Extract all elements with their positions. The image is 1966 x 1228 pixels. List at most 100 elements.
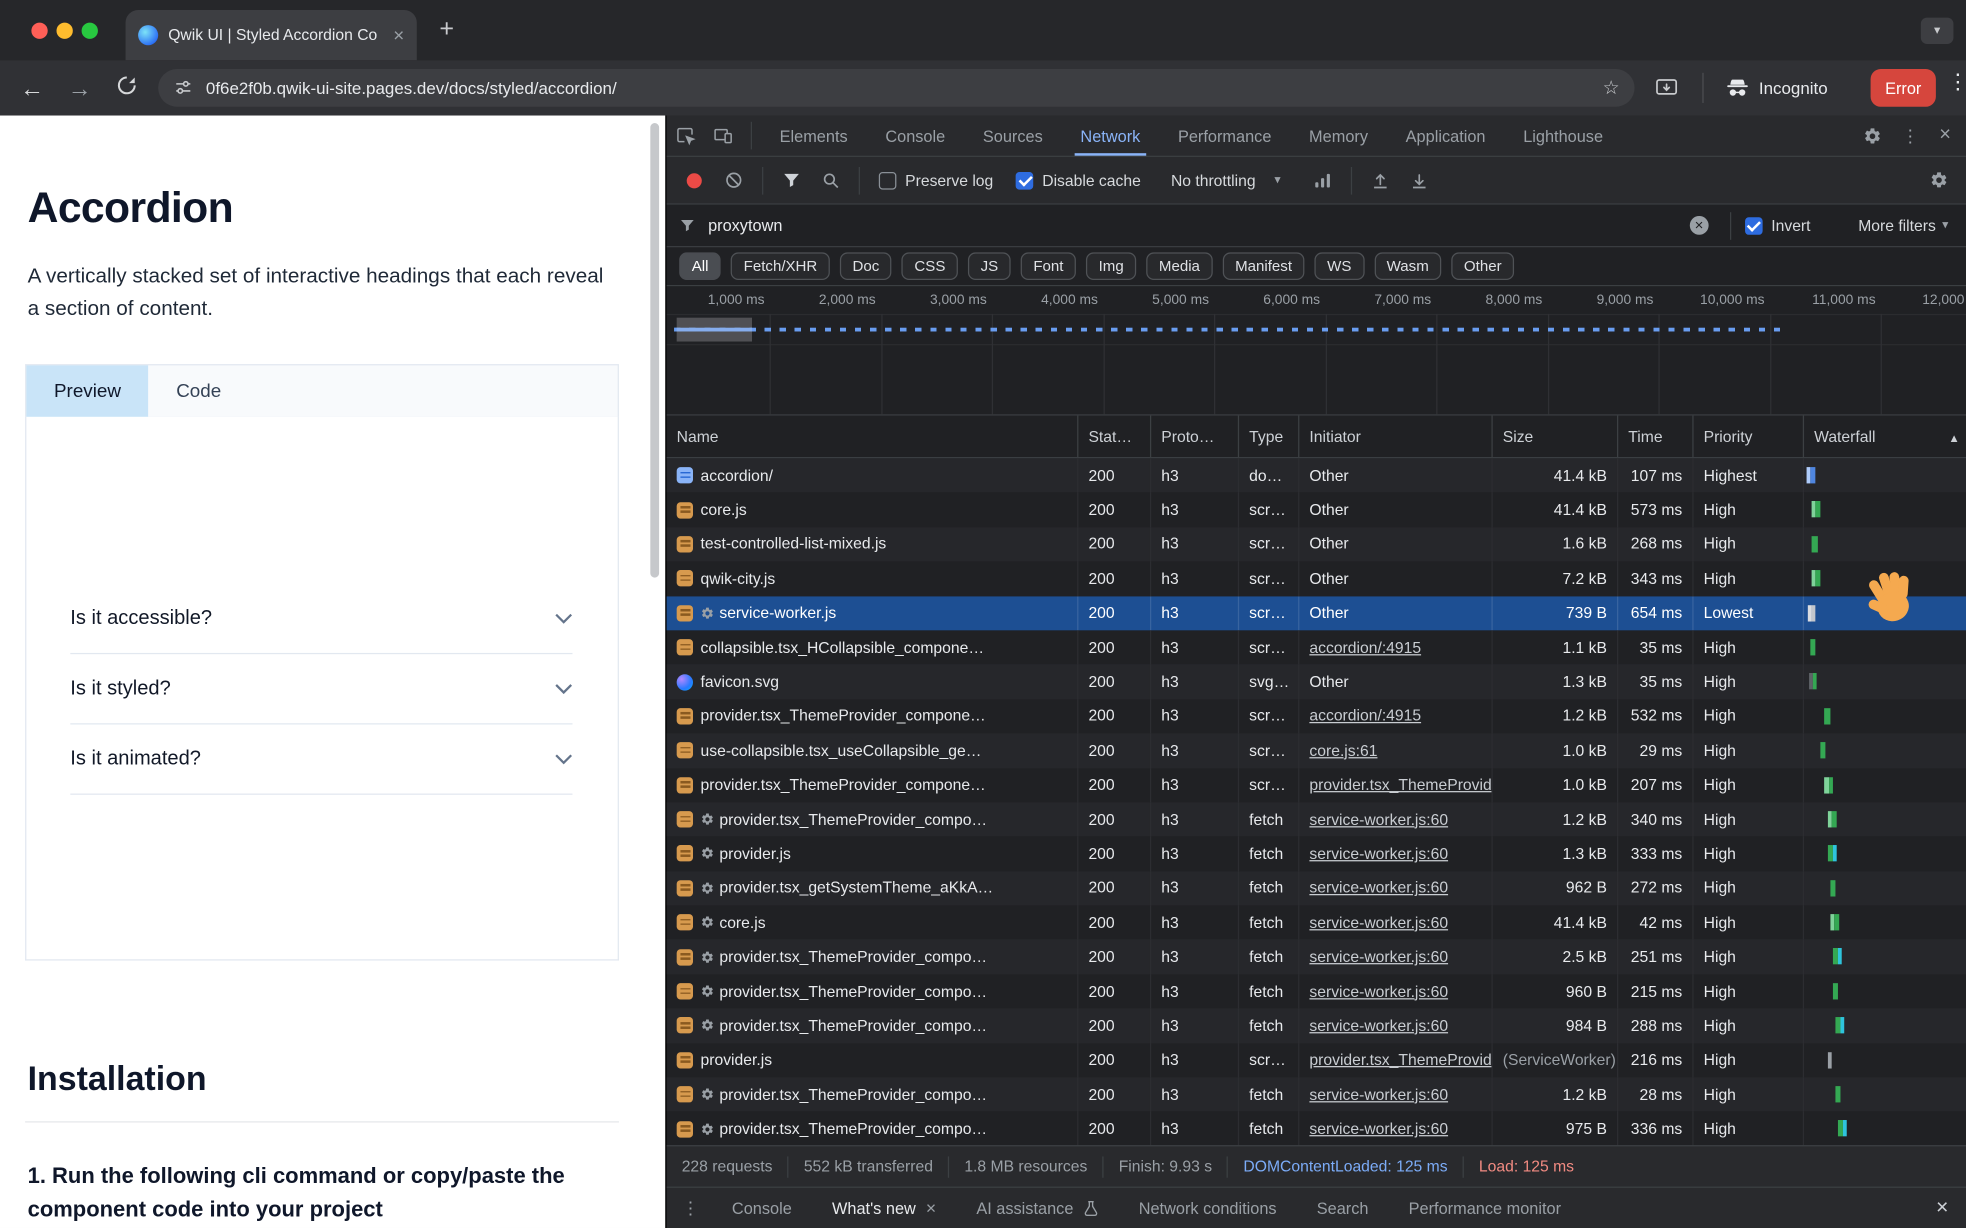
install-app-icon[interactable] [1655,75,1679,110]
device-toolbar-icon[interactable] [704,126,742,146]
network-row[interactable]: collapsible.tsx_HCollapsible_compone…200… [667,630,1966,664]
network-row[interactable]: provider.tsx_ThemeProvider_compone…200h3… [667,768,1966,802]
import-har-icon[interactable] [1371,171,1390,190]
devtools-tab-lighthouse[interactable]: Lighthouse [1504,116,1622,156]
column-header-stat[interactable]: Stat… [1078,416,1151,457]
filter-chip-img[interactable]: Img [1086,252,1136,280]
minimize-window-button[interactable] [56,23,72,39]
filter-chip-media[interactable]: Media [1146,252,1212,280]
browser-menu-icon[interactable]: ⋮ [1947,70,1966,95]
clear-network-log-icon[interactable] [724,171,743,190]
network-row[interactable]: provider.tsx_ThemeProvider_compo…200h3fe… [667,1077,1966,1111]
column-header-proto[interactable]: Proto… [1151,416,1239,457]
drawer-tab-console[interactable]: Console [712,1188,812,1228]
sort-ascending-icon[interactable]: ▲ [1949,432,1960,445]
clear-filter-icon[interactable]: × [1690,216,1709,235]
devtools-tab-network[interactable]: Network [1062,116,1160,156]
throttling-select[interactable]: No throttling [1171,171,1256,189]
network-overview-timeline[interactable]: 1,000 ms2,000 ms3,000 ms4,000 ms5,000 ms… [667,286,1966,415]
devtools-tab-performance[interactable]: Performance [1159,116,1290,156]
initiator-link[interactable]: accordion/:4915 [1309,639,1421,657]
more-filters-button[interactable]: More filters ▾ [1858,217,1948,235]
bookmark-star-icon[interactable]: ☆ [1603,77,1620,100]
network-row[interactable]: provider.tsx_ThemeProvider_compo…200h3fe… [667,940,1966,974]
network-row[interactable]: favicon.svg200h3svg…Other1.3 kB35 msHigh [667,665,1966,699]
disable-cache-checkbox[interactable] [1016,171,1034,189]
initiator-link[interactable]: service-worker.js:60 [1309,1086,1448,1104]
filter-chip-wasm[interactable]: Wasm [1374,252,1441,280]
page-scrollbar[interactable] [650,123,659,578]
error-button[interactable]: Error [1871,69,1936,107]
initiator-link[interactable]: service-worker.js:60 [1309,811,1448,829]
reload-button[interactable] [115,73,138,108]
new-tab-button[interactable]: + [439,15,454,44]
devtools-tab-sources[interactable]: Sources [964,116,1062,156]
timeline-selection[interactable] [677,318,752,342]
network-row[interactable]: test-controlled-list-mixed.js200h3scr…Ot… [667,527,1966,561]
drawer-tab-search[interactable]: Search [1297,1188,1389,1228]
column-header-time[interactable]: Time [1618,416,1693,457]
network-row[interactable]: provider.tsx_ThemeProvider_compo…200h3fe… [667,974,1966,1008]
initiator-link[interactable]: service-worker.js:60 [1309,948,1448,966]
accordion-item[interactable]: Is it accessible? [70,584,572,654]
filter-chip-ws[interactable]: WS [1315,252,1364,280]
network-row[interactable]: provider.tsx_ThemeProvider_compo…200h3fe… [667,802,1966,836]
back-button[interactable]: ← [20,73,44,108]
accordion-item[interactable]: Is it animated? [70,724,572,794]
column-header-initiator[interactable]: Initiator [1299,416,1492,457]
search-icon[interactable] [821,171,840,190]
record-button[interactable] [687,173,702,188]
column-header-name[interactable]: Name [667,416,1079,457]
devtools-tab-elements[interactable]: Elements [761,116,867,156]
network-settings-gear-icon[interactable] [1930,171,1949,190]
invert-checkbox[interactable] [1745,217,1763,235]
site-settings-icon[interactable] [173,78,193,98]
initiator-link[interactable]: accordion/:4915 [1309,707,1421,725]
initiator-link[interactable]: provider.tsx_ThemeProvider [1309,1051,1492,1069]
network-row[interactable]: use-collapsible.tsx_useCollapsible_ge…20… [667,733,1966,767]
filter-chip-fetch-xhr[interactable]: Fetch/XHR [731,252,830,280]
column-header-priority[interactable]: Priority [1694,416,1804,457]
filter-chip-manifest[interactable]: Manifest [1223,252,1305,280]
initiator-link[interactable]: provider.tsx_ThemeProvider [1309,776,1492,794]
drawer-tab-close-icon[interactable]: × [926,1198,936,1218]
filter-chip-other[interactable]: Other [1451,252,1514,280]
devtools-tab-console[interactable]: Console [867,116,965,156]
devtools-more-menu-icon[interactable]: ⋮ [1902,125,1920,146]
drawer-menu-icon[interactable]: ⋮ [682,1197,700,1218]
initiator-link[interactable]: core.js:61 [1309,742,1377,760]
network-row[interactable]: service-worker.js200h3scr…Other739 B654 … [667,596,1966,630]
initiator-link[interactable]: service-worker.js:60 [1309,1120,1448,1138]
column-header-size[interactable]: Size [1493,416,1619,457]
filter-input[interactable]: proxytown [708,216,1690,235]
drawer-tab-performance-monitor[interactable]: Performance monitor [1389,1188,1582,1228]
network-conditions-icon[interactable] [1313,171,1332,190]
devtools-tab-application[interactable]: Application [1387,116,1505,156]
drawer-tab-what-s-new[interactable]: What's new× [812,1188,956,1228]
inspect-element-icon[interactable] [667,126,705,146]
network-row[interactable]: provider.tsx_ThemeProvider_compone…200h3… [667,699,1966,733]
drawer-tab-network-conditions[interactable]: Network conditions [1119,1188,1297,1228]
devtools-settings-gear-icon[interactable] [1863,126,1882,145]
network-row[interactable]: core.js200h3fetchservice-worker.js:6041.… [667,905,1966,939]
close-window-button[interactable] [31,23,47,39]
devtools-tab-memory[interactable]: Memory [1290,116,1387,156]
drawer-tab-ai-assistance[interactable]: AI assistance [956,1188,1118,1228]
column-header-waterfall[interactable]: Waterfall [1804,416,1966,457]
initiator-link[interactable]: service-worker.js:60 [1309,1017,1448,1035]
forward-button[interactable]: → [68,73,92,108]
network-row[interactable]: provider.tsx_ThemeProvider_compo…200h3fe… [667,1009,1966,1043]
url-text[interactable]: 0f6e2f0b.qwik-ui-site.pages.dev/docs/sty… [206,78,1603,97]
export-har-icon[interactable] [1410,171,1429,190]
initiator-link[interactable]: service-worker.js:60 [1309,914,1448,932]
network-row[interactable]: provider.tsx_getSystemTheme_aKkA…200h3fe… [667,871,1966,905]
network-row[interactable]: provider.tsx_ThemeProvider_compo…200h3fe… [667,1112,1966,1146]
filter-chip-font[interactable]: Font [1021,252,1076,280]
filter-chip-doc[interactable]: Doc [840,252,892,280]
tab-code[interactable]: Code [149,365,249,416]
filter-funnel-icon[interactable] [782,171,801,190]
browser-tab[interactable]: Qwik UI | Styled Accordion Co × [126,10,417,60]
drawer-close-icon[interactable]: × [1936,1195,1948,1220]
network-row[interactable]: accordion/200h3do…Other41.4 kB107 msHigh… [667,458,1966,492]
tab-search-button[interactable]: ▾ [1921,18,1954,44]
